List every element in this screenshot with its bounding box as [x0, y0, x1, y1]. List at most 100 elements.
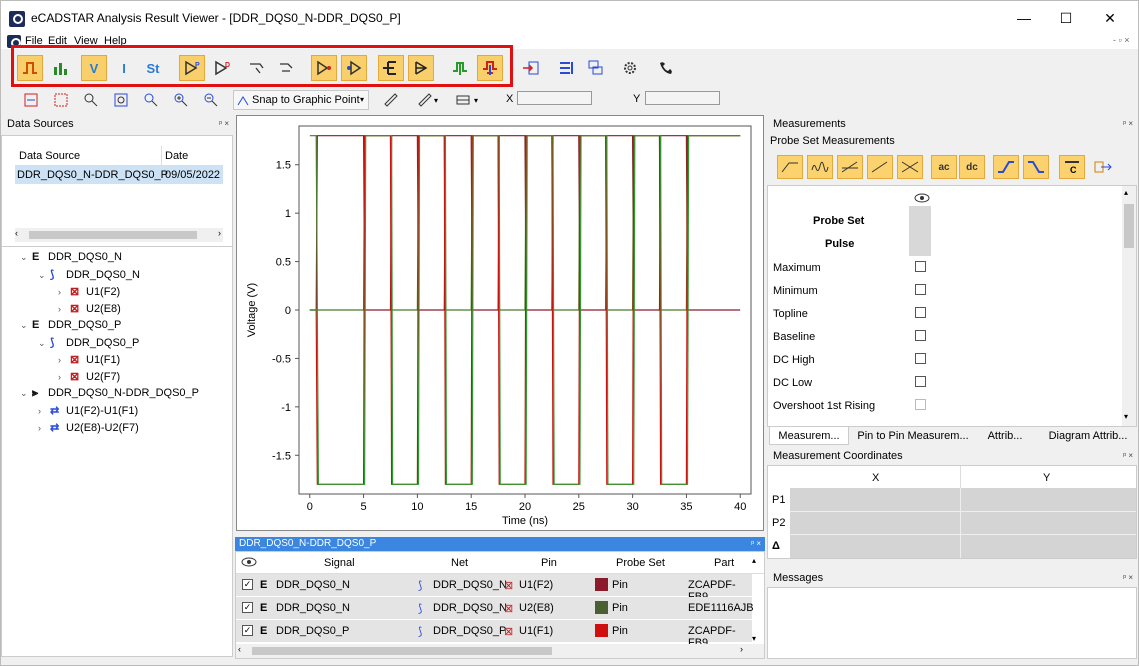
pin-close-icon[interactable]: ᵖ × [751, 537, 761, 551]
probe-color-swatch[interactable] [595, 601, 608, 614]
tree-item[interactable]: ⌄ ⟆ DDR_DQS0_P [38, 336, 139, 349]
tree-item[interactable]: ⌄ ⫸ DDR_DQS0_N-DDR_DQS0_P [20, 387, 199, 400]
marker-chevron-icon[interactable]: ▾ [471, 90, 481, 110]
scroll-up-icon[interactable]: ▴ [1124, 188, 1128, 197]
measure-c-button[interactable]: C [1059, 155, 1085, 179]
chevron-down-icon[interactable]: ⌄ [38, 270, 50, 281]
chevron-right-icon[interactable]: › [58, 372, 70, 382]
row-checkbox[interactable]: ✓ [242, 602, 253, 613]
zoom-area-icon[interactable] [141, 90, 161, 110]
chevron-down-icon[interactable]: ⌄ [20, 252, 32, 263]
x-coord-field[interactable] [517, 91, 592, 105]
zoom-fit-icon[interactable] [111, 90, 131, 110]
scroll-right-icon[interactable]: › [218, 228, 221, 238]
chevron-down-icon[interactable]: ⌄ [20, 388, 32, 399]
zoom-out-icon[interactable] [201, 90, 221, 110]
header-net[interactable]: Net [451, 557, 468, 569]
tree-item[interactable]: › ⊠ U1(F1) [58, 353, 120, 366]
measure-rise-button[interactable] [777, 155, 803, 179]
scroll-right-icon[interactable]: › [740, 644, 743, 654]
marker-icon[interactable] [453, 90, 473, 110]
tree-item[interactable]: › ⊠ U2(F7) [58, 370, 120, 383]
zoom-in-icon[interactable] [171, 90, 191, 110]
layout-button[interactable] [553, 55, 579, 81]
chevron-right-icon[interactable]: › [58, 304, 70, 314]
probe-color-swatch[interactable] [595, 624, 608, 637]
tree-item[interactable]: › ⇄ U1(F2)-U1(F1) [38, 404, 138, 417]
measurement-checkbox[interactable] [915, 261, 926, 272]
measurement-checkbox[interactable] [915, 353, 926, 364]
chevron-down-icon[interactable]: › [38, 423, 50, 433]
scroll-thumb[interactable] [29, 231, 197, 239]
table-row[interactable]: ✓ E DDR_DQS0_N ⟆ DDR_DQS0_N ⊠ U1(F2) Pin… [236, 574, 752, 603]
measurement-scrollbar[interactable]: ▴ ▾ [1122, 186, 1136, 426]
menu-restore-icon[interactable]: - ▫ × [1113, 35, 1129, 45]
zoom-probe-icon[interactable] [81, 90, 101, 110]
pin-close-icon[interactable]: ᵖ × [1123, 447, 1133, 465]
chevron-right-icon[interactable]: › [58, 287, 70, 297]
row-checkbox[interactable]: ✓ [242, 579, 253, 590]
measure-falling-button[interactable] [1023, 155, 1049, 179]
chevron-down-icon[interactable]: › [38, 406, 50, 416]
tree-item[interactable]: › ⊠ U1(F2) [58, 285, 120, 298]
phone-button[interactable] [653, 55, 679, 81]
measure-dc-button[interactable]: dc [959, 155, 985, 179]
close-button[interactable]: ✕ [1095, 7, 1125, 29]
measure-ringing-button[interactable] [807, 155, 833, 179]
measurement-checkbox[interactable] [915, 307, 926, 318]
measurement-checkbox[interactable] [915, 330, 926, 341]
source-scrollbar[interactable]: ‹ › [15, 228, 223, 242]
chevron-down-icon[interactable]: ⌄ [38, 338, 50, 349]
cascade-button[interactable] [583, 55, 609, 81]
tree-item[interactable]: ⌄ E DDR_DQS0_N [20, 251, 122, 263]
pin-close-icon[interactable]: ᵖ × [1123, 569, 1133, 587]
measurement-checkbox[interactable] [915, 284, 926, 295]
table-hscroll[interactable]: ‹ › [236, 644, 764, 658]
tab-diagram-attributes[interactable]: Diagram Attrib... [1043, 427, 1133, 445]
export-button[interactable] [518, 55, 544, 81]
scroll-left-icon[interactable]: ‹ [238, 644, 241, 654]
scroll-thumb[interactable] [252, 647, 552, 655]
table-row[interactable]: ✓ E DDR_DQS0_P ⟆ DDR_DQS0_P ⊠ U1(F1) Pin… [236, 620, 752, 649]
maximize-button[interactable]: ☐ [1051, 7, 1081, 29]
measure-crossing-button[interactable] [897, 155, 923, 179]
scroll-thumb[interactable] [1124, 204, 1134, 248]
measure-ac-button[interactable]: ac [931, 155, 957, 179]
table-vscroll[interactable]: ▴ ▾ [752, 552, 762, 644]
measure-edge-button[interactable] [867, 155, 893, 179]
col-date[interactable]: Date [165, 150, 188, 162]
header-probe-set[interactable]: Probe Set [616, 557, 665, 569]
scroll-left-icon[interactable]: ‹ [15, 228, 18, 238]
header-signal[interactable]: Signal [324, 557, 355, 569]
pin-close-icon[interactable]: ᵖ × [1123, 115, 1133, 133]
y-coord-field[interactable] [645, 91, 720, 105]
chevron-right-icon[interactable]: › [58, 355, 70, 365]
probe-color-swatch[interactable] [595, 578, 608, 591]
pin-close-icon[interactable]: ᵖ × [219, 115, 229, 133]
source-row[interactable]: DDR_DQS0_N-DDR_DQS0_P 09/05/2022 [15, 166, 223, 184]
scroll-down-icon[interactable]: ▾ [1124, 412, 1128, 421]
waveform-chart[interactable]: 0 5 10 15 20 25 30 35 40 1.5 1 0.5 0 -0.5 -1 -1.5 Time … [237, 116, 763, 530]
header-pin[interactable]: Pin [541, 557, 557, 569]
tab-measurements[interactable]: Measurem... [769, 427, 849, 445]
tree-item[interactable]: ⌄ E DDR_DQS0_P [20, 319, 121, 331]
snap-dropdown[interactable]: Snap to Graphic Point ▾ [233, 90, 369, 110]
measure-slope-button[interactable] [837, 155, 863, 179]
tree-item[interactable]: › ⊠ U2(E8) [58, 302, 121, 315]
fit-icon[interactable] [51, 90, 71, 110]
measurement-checkbox[interactable] [915, 399, 926, 410]
tab-pin-to-pin[interactable]: Pin to Pin Measurem... [853, 427, 973, 445]
tree-item[interactable]: › ⇄ U2(E8)-U2(F7) [38, 421, 139, 434]
measure-chevron-icon[interactable]: ▾ [431, 90, 441, 110]
col-data-source[interactable]: Data Source [19, 150, 80, 162]
table-row[interactable]: ✓ E DDR_DQS0_N ⟆ DDR_DQS0_N ⊠ U2(E8) Pin… [236, 597, 754, 620]
settings-button[interactable] [617, 55, 643, 81]
measure-export-button[interactable] [1093, 159, 1115, 177]
fit-all-icon[interactable] [21, 90, 41, 110]
ruler-icon[interactable] [381, 90, 401, 110]
chevron-down-icon[interactable]: ⌄ [20, 320, 32, 331]
measure-rising-button[interactable] [993, 155, 1019, 179]
measurement-checkbox[interactable] [915, 376, 926, 387]
tree-item[interactable]: ⌄ ⟆ DDR_DQS0_N [38, 268, 140, 281]
tab-attributes[interactable]: Attrib... [977, 427, 1033, 445]
